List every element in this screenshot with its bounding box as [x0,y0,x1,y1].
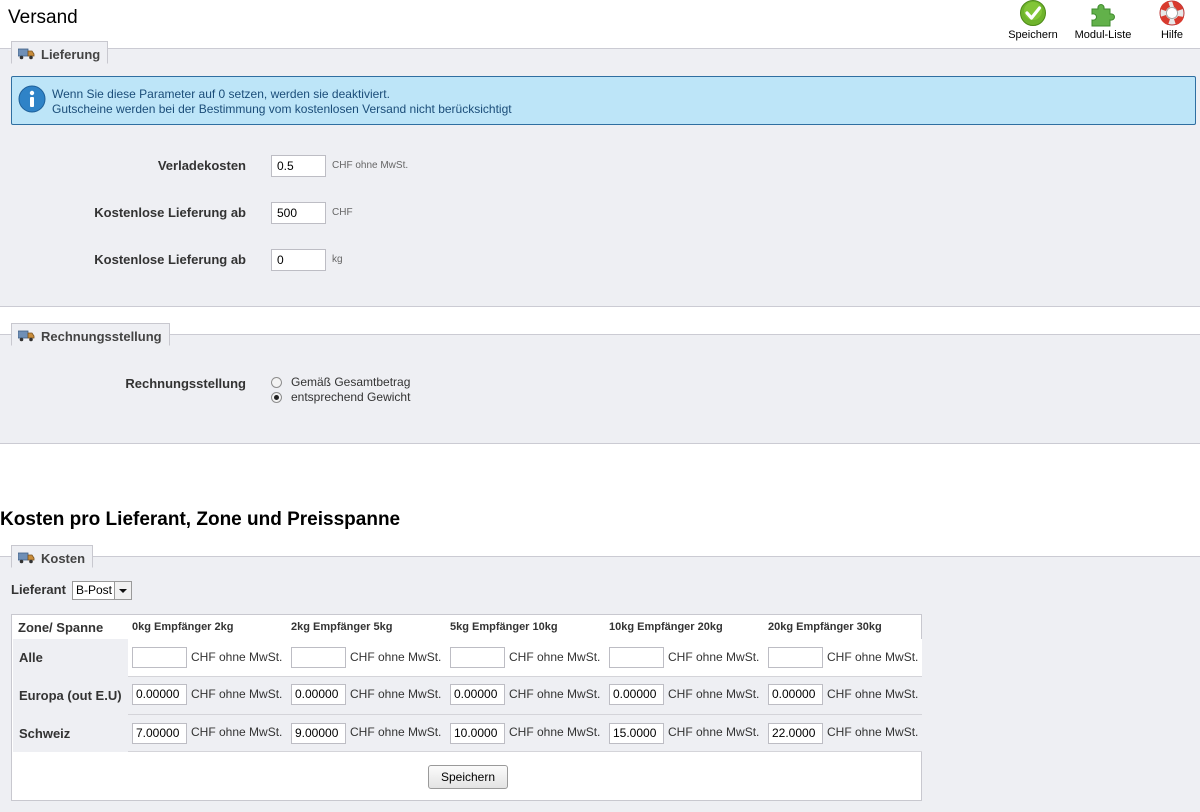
cost-unit: CHF ohne MwSt. [350,650,442,664]
cost-input[interactable]: 0.00000 [291,684,346,705]
help-toolbar-button[interactable]: Hilfe [1137,0,1200,44]
cost-input[interactable]: 9.00000 [291,723,346,744]
info-message: Wenn Sie diese Parameter auf 0 setzen, w… [11,76,1196,125]
cost-unit: CHF ohne MwSt. [509,687,601,701]
chevron-down-icon[interactable] [114,582,131,599]
free-shipping-weight-input[interactable] [271,249,326,271]
carrier-select[interactable]: B-Post [72,581,132,600]
carrier-label: Lieferant [11,582,66,597]
cost-unit: CHF ohne MwSt. [509,725,601,739]
free-shipping-price-unit: CHF [332,207,353,218]
help-toolbar-label: Hilfe [1160,29,1183,41]
cost-input[interactable]: 7.00000 [132,723,187,744]
costs-legend: Kosten [11,545,94,568]
cost-unit: CHF ohne MwSt. [350,687,442,701]
cost-unit: CHF ohne MwSt. [827,725,919,739]
cost-input[interactable] [132,647,187,668]
billing-legend-label: Rechnungsstellung [41,328,162,344]
page-title: Versand [8,7,78,28]
cost-unit: CHF ohne MwSt. [827,687,919,701]
truck-icon [18,48,35,60]
range-header-3: 10kg Empfänger 20kg [609,621,723,633]
cost-input[interactable]: 15.0000 [609,723,664,744]
info-line-1: Wenn Sie diese Parameter auf 0 setzen, w… [52,87,390,101]
cost-input[interactable]: 22.0000 [768,723,823,744]
costs-section-title: Kosten pro Lieferant, Zone und Preisspan… [0,509,401,530]
cost-input[interactable]: 0.00000 [609,684,664,705]
cost-unit: CHF ohne MwSt. [191,687,283,701]
free-shipping-price-label: Kostenlose Lieferung ab [94,205,246,220]
cost-input[interactable]: 10.0000 [450,723,505,744]
cost-input[interactable]: 0.00000 [132,684,187,705]
range-header-0: 0kg Empfänger 2kg [132,621,234,633]
truck-icon [18,552,35,564]
cost-input[interactable]: 0.00000 [768,684,823,705]
cost-unit: CHF ohne MwSt. [191,725,283,739]
cost-input[interactable] [609,647,664,668]
cost-input[interactable] [768,647,823,668]
save-toolbar-button[interactable]: Speichern [998,0,1068,44]
module-list-toolbar-label: Modul-Liste [1074,29,1132,41]
puzzle-icon [1088,0,1118,28]
cost-input[interactable]: 0.00000 [450,684,505,705]
cost-unit: CHF ohne MwSt. [191,650,283,664]
range-header-2: 5kg Empfänger 10kg [450,621,558,633]
radio-total[interactable] [271,376,282,388]
handling-cost-input[interactable] [271,155,326,177]
zone-label: Alle [13,639,128,676]
free-shipping-weight-unit: kg [332,254,343,265]
zone-label: Schweiz [13,714,128,752]
cost-unit: CHF ohne MwSt. [668,725,760,739]
lifebuoy-icon [1157,0,1187,28]
billing-option-weight-label: entsprechend Gewicht [291,390,411,404]
radio-weight[interactable] [271,391,282,403]
cost-unit: CHF ohne MwSt. [668,650,760,664]
delivery-legend-label: Lieferung [41,46,101,62]
free-shipping-weight-label: Kostenlose Lieferung ab [94,252,246,267]
handling-cost-unit: CHF ohne MwSt. [332,160,409,171]
zone-label: Europa (out E.U) [13,676,128,714]
info-line-2: Gutscheine werden bei der Bestimmung vom… [52,102,512,116]
carrier-select-value: B-Post [76,583,113,597]
billing-option-total[interactable]: Gemäß Gesamtbetrag [271,375,410,389]
zone-range-header: Zone/ Spanne [18,620,104,635]
cost-input[interactable] [291,647,346,668]
cost-unit: CHF ohne MwSt. [668,687,760,701]
truck-icon [18,330,35,342]
page-header: Versand Speichern Modul-Liste Hilfe [0,0,1200,48]
delivery-legend: Lieferung [11,41,109,64]
range-header-1: 2kg Empfänger 5kg [291,621,393,633]
info-icon [18,85,46,113]
costs-table: Zone/ Spanne 0kg Empfänger 2kg 2kg Empfä… [11,614,922,801]
handling-cost-label: Verladekosten [157,158,246,173]
billing-label: Rechnungsstellung [125,376,246,391]
module-list-toolbar-button[interactable]: Modul-Liste [1068,0,1138,44]
check-circle-icon [1018,0,1048,28]
range-header-4: 20kg Empfänger 30kg [768,621,882,633]
billing-legend: Rechnungsstellung [11,323,170,346]
save-button[interactable]: Speichern [428,765,508,789]
save-toolbar-label: Speichern [1008,29,1058,41]
cost-input[interactable] [450,647,505,668]
cost-unit: CHF ohne MwSt. [827,650,919,664]
billing-option-weight[interactable]: entsprechend Gewicht [271,390,410,404]
cost-unit: CHF ohne MwSt. [509,650,601,664]
free-shipping-price-input[interactable] [271,202,326,224]
costs-legend-label: Kosten [41,550,86,566]
billing-option-total-label: Gemäß Gesamtbetrag [291,375,411,389]
cost-unit: CHF ohne MwSt. [350,725,442,739]
